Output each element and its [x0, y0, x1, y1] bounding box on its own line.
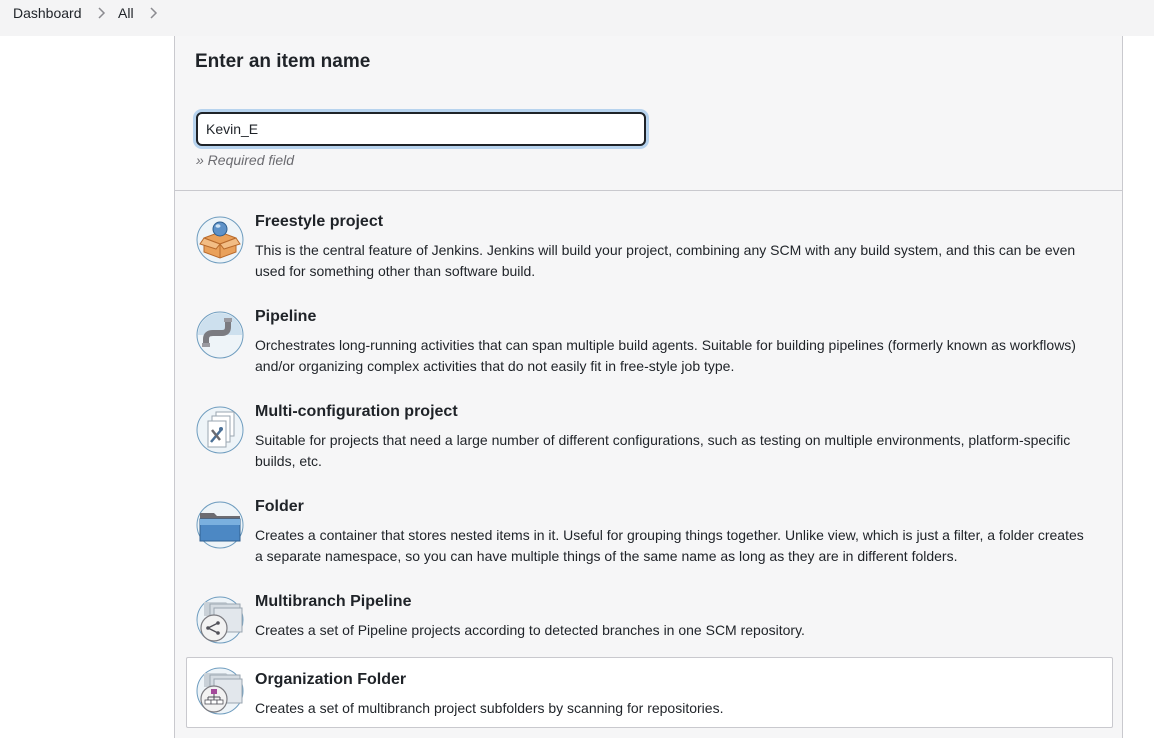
item-type-title: Organization Folder [255, 671, 407, 688]
item-type-description: Creates a container that stores nested i… [255, 527, 1084, 564]
item-type-pipeline[interactable]: Pipeline Orchestrates long-running activ… [186, 303, 1113, 393]
required-field-note: » Required field [196, 152, 295, 168]
chevron-right-icon[interactable] [146, 6, 160, 20]
organization-folder-icon [196, 667, 244, 715]
new-item-panel: Enter an item name » Required field Free… [174, 36, 1123, 738]
item-type-description: Suitable for projects that need a large … [255, 432, 1071, 469]
item-type-description: Creates a set of multibranch project sub… [255, 700, 724, 716]
item-type-title: Pipeline [255, 308, 317, 325]
breadcrumb: Dashboard All [0, 0, 1154, 36]
item-type-description: This is the central feature of Jenkins. … [255, 242, 1076, 279]
item-type-multi-configuration-project[interactable]: Multi-configuration project Suitable for… [186, 398, 1113, 488]
item-type-freestyle-project[interactable]: Freestyle project This is the central fe… [186, 208, 1113, 298]
item-type-title: Freestyle project [255, 213, 384, 230]
freestyle-project-icon [196, 216, 244, 264]
page-title: Enter an item name [195, 51, 371, 72]
item-name-input[interactable] [196, 112, 646, 146]
chevron-right-icon[interactable] [94, 6, 108, 20]
multi-configuration-icon [196, 406, 244, 454]
item-type-title: Folder [255, 498, 304, 515]
item-type-description: Creates a set of Pipeline projects accor… [255, 622, 805, 638]
item-type-title: Multi-configuration project [255, 403, 458, 420]
multibranch-pipeline-icon [196, 596, 244, 644]
item-type-folder[interactable]: Folder Creates a container that stores n… [186, 493, 1113, 583]
item-type-multibranch-pipeline[interactable]: Multibranch Pipeline Creates a set of Pi… [186, 588, 1113, 658]
folder-icon [196, 501, 244, 549]
item-type-title: Multibranch Pipeline [255, 593, 412, 610]
pipeline-icon [196, 311, 244, 359]
breadcrumb-all-link[interactable]: All [118, 5, 134, 21]
item-type-description: Orchestrates long-running activities tha… [255, 337, 1076, 374]
breadcrumb-dashboard-link[interactable]: Dashboard [13, 5, 82, 21]
item-name-section: Enter an item name » Required field [175, 36, 1122, 191]
item-type-organization-folder[interactable]: Organization Folder Creates a set of mul… [186, 657, 1113, 728]
